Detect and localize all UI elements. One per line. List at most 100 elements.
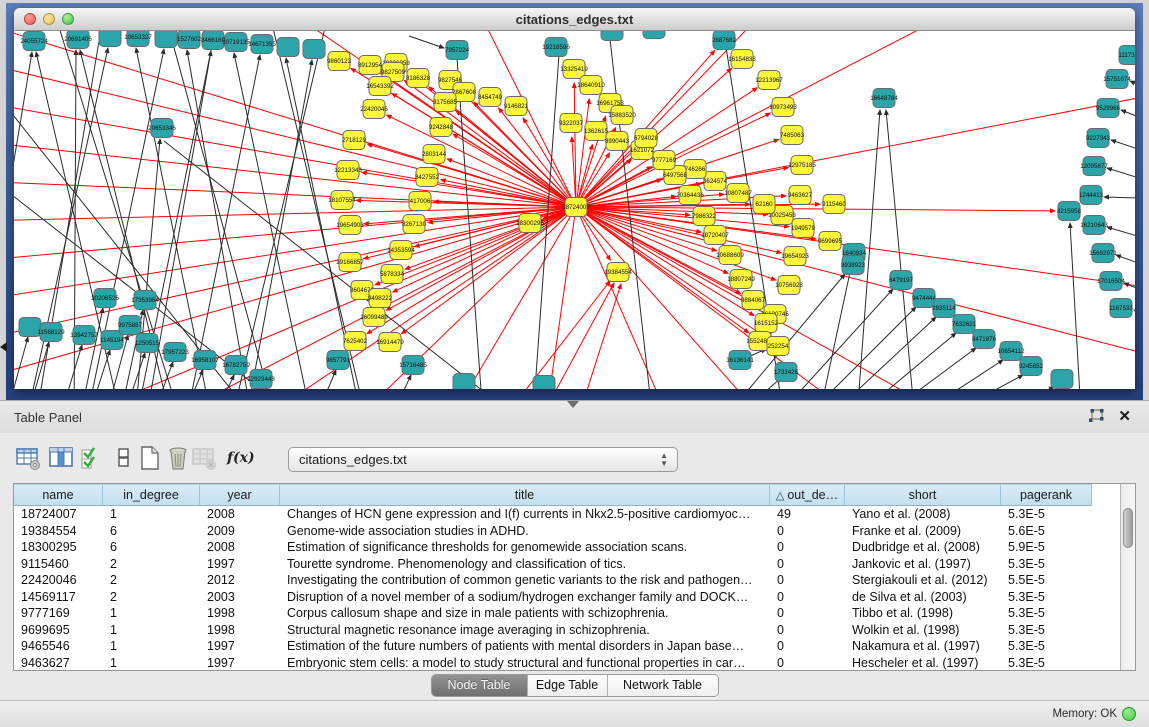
edge[interactable] [1111,140,1135,161]
edge[interactable] [1121,110,1135,131]
table-cell-pagerank[interactable]: 5.3E-5 [1001,506,1092,523]
graph-node[interactable]: 17016504 [1097,272,1125,291]
graph-node[interactable]: 19218596 [542,38,570,57]
edge-selected[interactable] [576,91,1135,207]
edge-selected[interactable] [534,283,614,389]
table-cell-in_degree[interactable]: 1 [103,655,200,672]
table-cell-short[interactable]: Yano et al. (2008) [845,506,1001,523]
vertical-scrollbar[interactable] [1120,484,1135,670]
graph-node[interactable]: 15751074 [1103,70,1131,89]
table-row[interactable]: 1938455462009Genome-wide association stu… [14,523,1120,540]
graph-node[interactable]: 7632621 [952,315,977,334]
graph-node-selected[interactable]: 62160 [753,195,775,214]
graph-node-selected[interactable]: 8990443 [605,132,630,151]
table-cell-name[interactable]: 9777169 [14,605,103,622]
graph-node-selected[interactable]: 7625402 [343,332,368,351]
edge[interactable] [234,53,314,389]
graph-node[interactable] [155,31,177,48]
column-header-pagerank[interactable]: pagerank [1001,484,1092,506]
graph-node[interactable]: 20206526 [91,289,119,308]
graph-node-selected[interactable]: 18720407 [701,226,729,245]
graph-node[interactable]: 1527602 [177,31,202,49]
graph-node-selected[interactable]: 746266 [684,160,706,179]
graph-node-selected[interactable]: 12213967 [755,71,783,90]
graph-node-selected[interactable]: 5878334 [380,265,405,284]
row-options-icon[interactable] [112,446,138,472]
table-cell-short[interactable]: Franke et al. (2009) [845,523,1001,540]
graph-node[interactable] [303,40,325,59]
tab-network-table[interactable]: Network Table [608,675,718,696]
graph-node[interactable]: 11568129 [37,323,65,342]
graph-node[interactable]: 10653327 [124,31,152,47]
graph-node-selected[interactable]: 8186328 [406,69,431,88]
tab-node-table[interactable]: Node Table [432,675,528,696]
network-canvas[interactable]: 2405572420691406106533271527602846616010… [14,31,1135,389]
table-cell-out_de[interactable]: 0 [770,572,845,589]
select-all-columns-icon[interactable] [80,446,106,472]
edge[interactable] [310,370,336,389]
graph-node-selected[interactable]: 12213343 [334,161,362,180]
graph-node-selected[interactable]: 8454749 [478,88,503,107]
graph-node[interactable]: 14671355 [248,35,276,54]
edge[interactable] [954,387,1054,389]
graph-node-selected[interactable]: 2803144 [422,145,447,164]
table-row[interactable]: 1830029562008Estimation of significance … [14,539,1120,556]
table-row[interactable]: 977716911998Corpus callosum shape and si… [14,605,1120,622]
new-column-icon[interactable] [138,446,164,472]
graph-node[interactable]: 24055724 [20,32,48,51]
table-cell-out_de[interactable]: 0 [770,556,845,573]
edge[interactable] [792,307,916,389]
graph-node-selected[interactable]: 19654923 [781,247,809,266]
graph-node-selected[interactable]: 16543392 [366,77,394,96]
edge[interactable] [1104,197,1135,199]
graph-node-selected[interactable]: 7986322 [692,207,717,226]
edge[interactable] [816,263,852,389]
graph-node[interactable]: 1244413 [1079,186,1104,205]
table-row[interactable]: 911546021997Tourette syndrome. Phenomeno… [14,556,1120,573]
graph-node-selected[interactable]: 16914479 [376,333,404,352]
graph-node-selected[interactable]: 9498222 [368,289,393,308]
graph-node-selected[interactable]: 18107554 [328,191,356,210]
table-cell-name[interactable]: 9115460 [14,556,103,573]
table-cell-pagerank[interactable]: 5.3E-5 [1001,622,1092,639]
graph-node-selected[interactable]: 252254 [767,337,789,356]
graph-node[interactable]: 17353964 [131,291,159,310]
table-cell-pagerank[interactable]: 5.3E-5 [1001,655,1092,672]
graph-node-selected[interactable]: 9115460 [822,195,846,214]
graph-node-selected[interactable]: 18300295 [516,214,544,233]
edge[interactable] [1070,223,1082,389]
table-cell-short[interactable]: Dudbridge et al. (2008) [845,539,1001,556]
graph-node-selected[interactable]: 22420046 [360,100,388,119]
edge[interactable] [409,36,444,48]
graph-node-selected[interactable]: 18807249 [727,270,755,289]
graph-node[interactable]: 8938923 [841,256,866,275]
column-header-out_de[interactable]: △out_de… [770,484,845,506]
table-cell-pagerank[interactable]: 5.3E-5 [1001,556,1092,573]
table-cell-year[interactable]: 2008 [200,539,280,556]
graph-node-selected[interactable]: 3624574 [703,172,728,191]
table-cell-short[interactable]: Wolkin et al. (1998) [845,622,1001,639]
graph-node[interactable]: 8813074 [642,31,667,39]
table-cell-pagerank[interactable]: 5.3E-5 [1001,605,1092,622]
table-cell-name[interactable]: 22420046 [14,572,103,589]
graph-node-selected[interactable]: 16154838 [728,50,756,69]
table-cell-in_degree[interactable]: 2 [103,556,200,573]
table-cell-short[interactable]: Hescheler et al. (1997) [845,655,1001,672]
table-cell-title[interactable]: Estimation of significance thresholds fo… [280,539,770,556]
table-cell-out_de[interactable]: 0 [770,589,845,606]
graph-node-selected[interactable]: 19654903 [336,216,364,235]
graph-node-selected[interactable]: 9699695 [818,232,843,251]
table-cell-year[interactable]: 1997 [200,556,280,573]
graph-node[interactable]: 1117304 [1118,46,1135,65]
graph-node[interactable]: 7957224 [445,41,470,60]
table-cell-title[interactable]: Corpus callosum shape and size in male p… [280,605,770,622]
graph-node-selected[interactable]: 8912954 [358,56,383,75]
graph-node[interactable] [99,31,121,47]
graph-node[interactable]: 1733426 [774,363,799,382]
edge[interactable] [56,345,82,389]
table-cell-name[interactable]: 18724007 [14,506,103,523]
graph-node-selected[interactable]: 1949579 [791,219,816,238]
table-row[interactable]: 1456911722003Disruption of a novel membe… [14,589,1120,606]
table-row[interactable]: 946554611997Estimation of the future num… [14,638,1120,655]
tab-edge-table[interactable]: Edge Table [528,675,608,696]
